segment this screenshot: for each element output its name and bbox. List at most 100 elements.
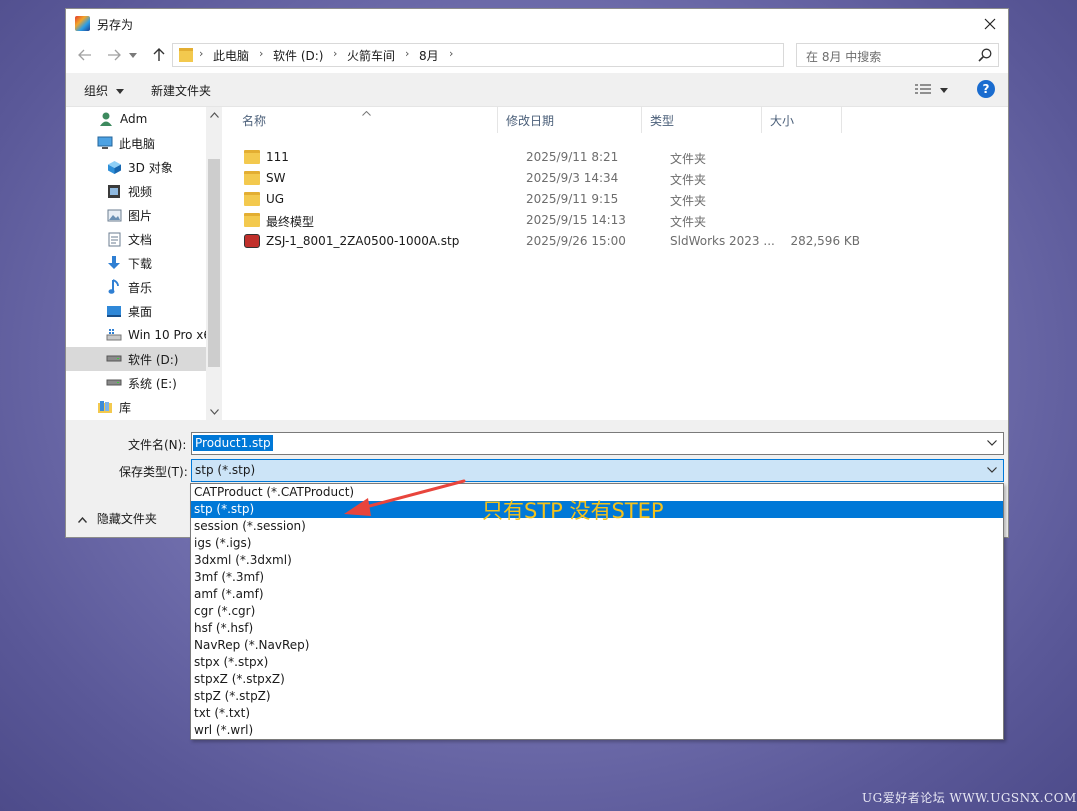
filetype-option[interactable]: cgr (*.cgr)	[191, 603, 1003, 620]
filetype-option[interactable]: hsf (*.hsf)	[191, 620, 1003, 637]
3d-objects-icon	[106, 159, 122, 175]
arrow-left-icon	[78, 49, 91, 61]
file-row[interactable]: ZSJ-1_8001_2ZA0500-1000A.stp 2025/9/26 1…	[244, 231, 1030, 252]
nav-item-downloads[interactable]: 下载	[66, 251, 206, 275]
column-header-type[interactable]: 类型	[642, 107, 762, 133]
column-size-label: 大小	[770, 113, 795, 128]
nav-item-this-pc[interactable]: 此电脑	[66, 131, 206, 155]
filetype-option[interactable]: 3mf (*.3mf)	[191, 569, 1003, 586]
hide-folders-button[interactable]: 隐藏文件夹	[77, 510, 157, 527]
nav-item-drive-win10[interactable]: Win 10 Pro x6	[66, 323, 206, 347]
file-type: 文件夹	[670, 215, 707, 229]
nav-item-videos[interactable]: 视频	[66, 179, 206, 203]
nav-item-drive-e[interactable]: 系统 (E:)	[66, 371, 206, 395]
file-type: 文件夹	[670, 173, 707, 187]
scroll-up-button[interactable]	[206, 107, 222, 123]
folder-icon	[244, 150, 260, 164]
filetype-select[interactable]: stp (*.stp)	[191, 459, 1004, 482]
breadcrumb-separator: ›	[333, 47, 338, 60]
filetype-option[interactable]: stpZ (*.stpZ)	[191, 688, 1003, 705]
nav-scrollbar-thumb[interactable]	[208, 159, 220, 367]
nav-item-drive-d[interactable]: 软件 (D:)	[66, 347, 206, 371]
file-row[interactable]: 最终模型 2025/9/15 14:13 文件夹	[244, 210, 1030, 231]
filetype-option[interactable]: amf (*.amf)	[191, 586, 1003, 603]
title-bar: 另存为	[66, 9, 1008, 39]
close-button[interactable]	[972, 9, 1008, 39]
nav-item-label: 下载	[128, 256, 153, 271]
user-icon	[98, 111, 114, 127]
nav-item-user[interactable]: Adm	[66, 107, 206, 131]
file-list: 名称 修改日期 类型 大小 111 2025/9/11 8:21 文件夹 SW …	[222, 107, 1008, 420]
file-row[interactable]: UG 2025/9/11 9:15 文件夹	[244, 189, 1030, 210]
back-button[interactable]	[74, 44, 96, 66]
nav-item-libraries[interactable]: 库	[66, 395, 206, 419]
annotation-text: 只有STP 没有STEP	[482, 499, 664, 523]
file-type: 文件夹	[670, 194, 707, 208]
window-title: 另存为	[97, 18, 134, 32]
column-name-label: 名称	[242, 113, 267, 128]
nav-item-label: 桌面	[128, 304, 153, 319]
music-icon	[106, 279, 122, 295]
breadcrumb-drive-d[interactable]: 软件 (D:)	[273, 47, 323, 64]
documents-icon	[106, 231, 122, 247]
filename-value: Product1.stp	[193, 435, 273, 451]
organize-label: 组织	[84, 84, 109, 98]
organize-button[interactable]: 组织	[84, 82, 124, 99]
annotation-arrow-icon	[344, 479, 466, 516]
breadcrumb-august[interactable]: 8月	[419, 47, 439, 64]
command-bar: 组织 新建文件夹 ?	[66, 73, 1008, 107]
drive-icon	[106, 375, 122, 391]
filetype-option[interactable]: igs (*.igs)	[191, 535, 1003, 552]
breadcrumb-this-pc[interactable]: 此电脑	[213, 47, 249, 64]
forward-button[interactable]	[103, 44, 125, 66]
filetype-option[interactable]: 3dxml (*.3dxml)	[191, 552, 1003, 569]
desktop-icon	[106, 303, 122, 319]
computer-icon	[97, 135, 113, 151]
nav-item-label: 软件 (D:)	[128, 352, 179, 367]
nav-item-label: 系统 (E:)	[128, 376, 177, 391]
column-header-size[interactable]: 大小	[762, 107, 842, 133]
filetype-option[interactable]: stpxZ (*.stpxZ)	[191, 671, 1003, 688]
help-icon[interactable]: ?	[977, 80, 995, 98]
search-icon	[978, 48, 992, 62]
file-row[interactable]: 111 2025/9/11 8:21 文件夹	[244, 147, 1030, 168]
file-date: 2025/9/15 14:13	[526, 213, 626, 227]
nav-item-desktop[interactable]: 桌面	[66, 299, 206, 323]
file-type: 文件夹	[670, 152, 707, 166]
filetype-option[interactable]: NavRep (*.NavRep)	[191, 637, 1003, 654]
column-type-label: 类型	[650, 113, 675, 128]
nav-item-3d-objects[interactable]: 3D 对象	[66, 155, 206, 179]
nav-item-music[interactable]: 音乐	[66, 275, 206, 299]
search-input[interactable]: 在 8月 中搜索	[796, 43, 999, 67]
filename-dropdown-arrow[interactable]	[987, 436, 1001, 450]
change-view-button[interactable]	[914, 81, 954, 99]
filetype-option[interactable]: wrl (*.wrl)	[191, 722, 1003, 739]
up-button[interactable]	[148, 44, 170, 66]
filetype-label: 保存类型(T):	[119, 465, 188, 479]
file-name: 最终模型	[266, 215, 315, 229]
file-row[interactable]: SW 2025/9/3 14:34 文件夹	[244, 168, 1030, 189]
filetype-option[interactable]: stpx (*.stpx)	[191, 654, 1003, 671]
nav-item-documents[interactable]: 文档	[66, 227, 206, 251]
nav-item-label: 此电脑	[119, 136, 156, 151]
save-as-dialog: 另存为 › 此电脑 › 软件 (D:) › 火箭车间 › 8月 › 在 8月 中…	[65, 8, 1009, 538]
filetype-option[interactable]: txt (*.txt)	[191, 705, 1003, 722]
file-name: SW	[266, 171, 286, 185]
recent-locations-button[interactable]	[126, 44, 140, 66]
file-type: SldWorks 2023 ...	[670, 234, 775, 248]
video-icon	[106, 183, 122, 199]
filetype-dropdown-arrow[interactable]	[987, 463, 1001, 477]
chevron-down-icon	[209, 409, 219, 415]
breadcrumb-workshop[interactable]: 火箭车间	[347, 47, 395, 64]
chevron-up-icon	[77, 516, 88, 523]
nav-item-label: Win 10 Pro x6	[128, 328, 206, 342]
breadcrumb-separator: ›	[405, 47, 410, 60]
new-folder-button[interactable]: 新建文件夹	[151, 82, 211, 99]
address-bar[interactable]: › 此电脑 › 软件 (D:) › 火箭车间 › 8月 ›	[172, 43, 886, 67]
scroll-down-button[interactable]	[206, 404, 222, 420]
column-header-date[interactable]: 修改日期	[498, 107, 642, 133]
column-date-label: 修改日期	[506, 113, 555, 128]
details-view-icon	[915, 84, 931, 94]
nav-item-pictures[interactable]: 图片	[66, 203, 206, 227]
filename-input[interactable]: Product1.stp	[191, 432, 1004, 455]
